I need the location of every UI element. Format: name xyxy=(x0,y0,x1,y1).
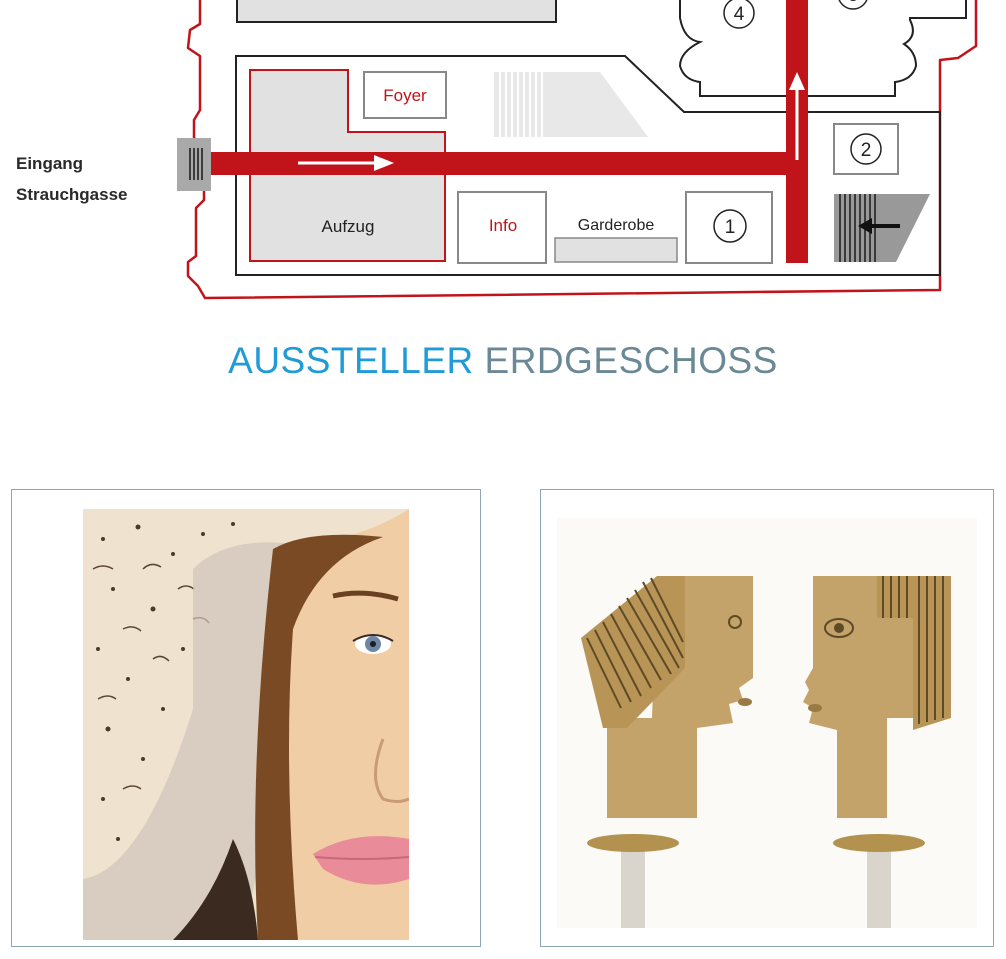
upper-room xyxy=(236,0,557,23)
svg-text:3: 3 xyxy=(848,0,859,6)
heading-part2: ERDGESCHOSS xyxy=(484,340,778,381)
entrance-label-line1: Eingang xyxy=(16,154,84,173)
entrance-label-line2: Strauchgasse xyxy=(16,185,128,204)
svg-text:1: 1 xyxy=(725,217,736,238)
brass-sculpture-two-heads xyxy=(557,518,977,928)
artwork-frame-right xyxy=(540,489,994,947)
upper-hall-outline xyxy=(678,0,967,97)
floor-plan-map: 4 3 2 1 Foyer Aufzug Info Garderobe xyxy=(177,0,978,300)
info-label: Info xyxy=(489,216,517,235)
foyer-label: Foyer xyxy=(383,86,427,105)
marker-2: 2 xyxy=(850,133,882,165)
aufzug-label: Aufzug xyxy=(322,217,375,236)
marker-3: 3 xyxy=(838,0,868,10)
garderobe-label: Garderobe xyxy=(578,217,655,234)
svg-text:4: 4 xyxy=(734,4,745,25)
garderobe-counter xyxy=(554,237,678,263)
section-heading: AUSSTELLER ERDGESCHOSS xyxy=(0,340,1006,382)
entrance-label: Eingang Strauchgasse xyxy=(16,148,128,210)
svg-text:2: 2 xyxy=(861,140,872,161)
marker-4: 4 xyxy=(723,0,755,29)
painting-woman-with-hat xyxy=(83,509,409,940)
heading-part1: AUSSTELLER xyxy=(228,340,474,381)
artwork-frame-left xyxy=(11,489,481,947)
staircase-light xyxy=(494,72,648,137)
marker-1: 1 xyxy=(713,209,747,243)
